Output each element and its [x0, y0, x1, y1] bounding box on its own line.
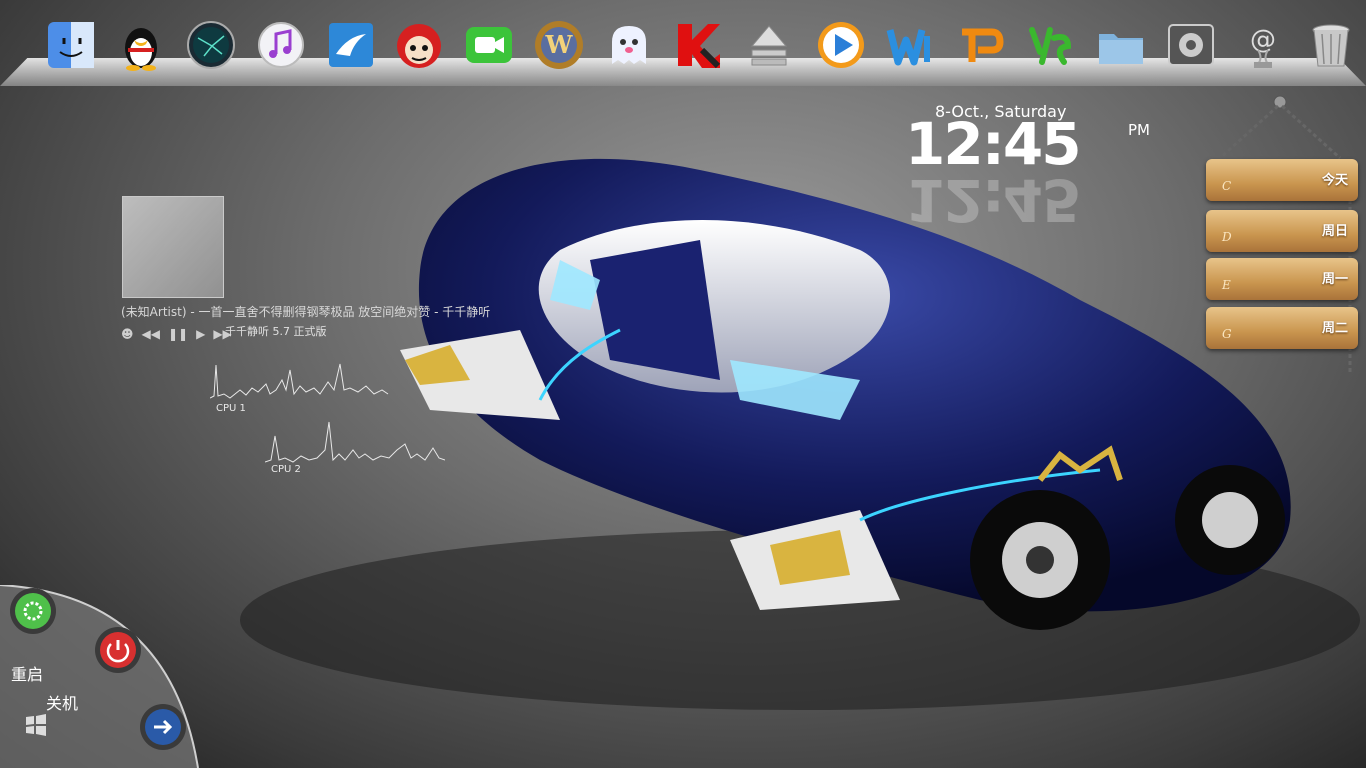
calendar-board-today[interactable]: 今天 C: [1206, 159, 1358, 201]
now-playing-track: (未知Artist) - 一首一直舍不得删得钢琴极品 放空间绝对赞 - 千千静听: [121, 305, 491, 319]
calendar-board-sunday[interactable]: 周日 D: [1206, 210, 1358, 252]
player-name: 千千静听 5.7 正式版: [225, 325, 327, 338]
pause-icon[interactable]: ❚❚: [168, 327, 188, 341]
qq-penguin-icon[interactable]: [114, 18, 168, 72]
restart-label[interactable]: 重启: [11, 661, 43, 685]
finder-icon[interactable]: [44, 18, 98, 72]
calendar-board-monday[interactable]: 周一 E: [1206, 258, 1358, 300]
red-cartoon-icon[interactable]: [392, 18, 446, 72]
dock: W @: [0, 0, 1366, 88]
clock-time-reflection: 12:45: [905, 166, 1080, 234]
logoff-arrow-icon[interactable]: [140, 704, 186, 750]
ghost-icon[interactable]: [602, 18, 656, 72]
video-camera-icon[interactable]: [462, 18, 516, 72]
shutdown-label[interactable]: 关机: [46, 690, 78, 714]
kaspersky-k-icon[interactable]: [672, 18, 726, 72]
play-icon[interactable]: [814, 18, 868, 72]
calendar-board-label: 周一: [1321, 272, 1348, 287]
bird-browser-icon[interactable]: [324, 18, 378, 72]
player-logo-icon[interactable]: ☻: [121, 327, 134, 341]
trash-icon[interactable]: [1304, 18, 1358, 72]
mail-at-icon[interactable]: @: [1236, 18, 1290, 72]
cpu2-graph: [265, 421, 445, 463]
cpu2-label: CPU 2: [271, 464, 301, 475]
wps-p-icon[interactable]: [954, 18, 1008, 72]
folder-icon[interactable]: [1094, 18, 1148, 72]
calendar-board-label: 周二: [1321, 321, 1348, 336]
calendar-board-tuesday[interactable]: 周二 G: [1206, 307, 1358, 349]
wallpaper-car: [240, 158, 1360, 710]
calendar-board-letter: E: [1222, 278, 1231, 292]
warcraft-w-icon[interactable]: W: [532, 18, 586, 72]
cpu1-graph: [210, 363, 389, 399]
globe-icon[interactable]: [184, 18, 238, 72]
svg-text:W: W: [545, 30, 574, 59]
calendar-board-letter: G: [1222, 327, 1232, 341]
calendar-board-letter: D: [1222, 230, 1232, 244]
clock-time: 12:45: [905, 110, 1082, 178]
svg-text:@: @: [1250, 25, 1276, 55]
calendar-board-letter: C: [1222, 179, 1232, 193]
eject-icon[interactable]: [742, 18, 796, 72]
power-button-icon[interactable]: [95, 627, 141, 673]
music-note-icon[interactable]: [254, 18, 308, 72]
cpu1-label: CPU 1: [216, 403, 246, 414]
player-controls: ☻ ◀◀ ❚❚ ▶ ▶▶: [121, 327, 232, 341]
wps-w-icon[interactable]: [884, 18, 938, 72]
album-art[interactable]: [122, 196, 224, 298]
settings-gear-icon[interactable]: [1164, 18, 1218, 72]
previous-icon[interactable]: ◀◀: [142, 327, 160, 341]
calendar-board-label: 周日: [1321, 224, 1348, 239]
play-icon[interactable]: ▶: [196, 327, 205, 341]
wps-s-icon[interactable]: [1024, 18, 1078, 72]
calendar-board-label: 今天: [1321, 173, 1348, 188]
restart-button-icon[interactable]: [10, 588, 56, 634]
clock-ampm: PM: [1128, 121, 1150, 139]
